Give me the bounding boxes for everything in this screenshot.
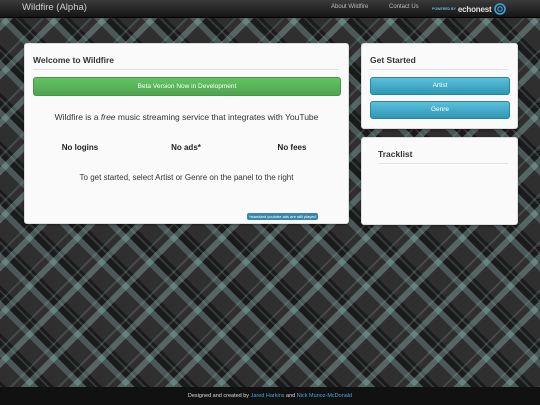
nav-about-link[interactable]: About Wildfire	[331, 4, 368, 10]
get-started-title: Get Started	[370, 55, 416, 65]
lead-emphasis: free	[100, 112, 116, 122]
genre-button[interactable]: Genre	[370, 101, 510, 119]
brand-title[interactable]: Wildfire (Alpha)	[22, 2, 87, 13]
echonest-swirl-icon	[494, 3, 507, 15]
artist-button[interactable]: Artist	[370, 77, 510, 95]
lead-text: Wildfire is a free music streaming servi…	[25, 112, 348, 122]
welcome-title: Welcome to Wildfire	[33, 55, 114, 65]
powered-by-label: POWERED BY	[432, 7, 456, 11]
footer: Designed and created by Jared Harkins an…	[0, 387, 540, 405]
welcome-panel: Welcome to Wildfire Beta Version Now in …	[24, 43, 349, 224]
feature-no-logins: No logins	[61, 143, 99, 152]
divider	[370, 69, 508, 70]
lead-suffix: music streaming service that integrates …	[115, 112, 319, 122]
beta-banner: Beta Version Now in Development	[33, 77, 341, 96]
ads-footnote-badge: *standard youtube ads are still played	[247, 213, 318, 220]
divider	[378, 163, 508, 164]
footer-credit-prefix: Designed and created by	[187, 393, 251, 399]
author-link-jared[interactable]: Jared Harkins	[251, 393, 285, 399]
feature-no-ads: No ads*	[171, 143, 201, 152]
echonest-logo[interactable]: POWERED BY echonest	[432, 3, 507, 15]
nav-contact-link[interactable]: Contact Us	[389, 4, 419, 10]
author-link-nick[interactable]: Nick Munoz-McDonald	[297, 393, 352, 399]
top-navbar: Wildfire (Alpha) About Wildfire Contact …	[0, 0, 540, 18]
get-started-instruction: To get started, select Artist or Genre o…	[79, 173, 294, 182]
lead-prefix: Wildfire is a	[54, 112, 101, 122]
get-started-panel: Get Started Artist Genre	[361, 43, 518, 129]
echonest-wordmark: echonest	[457, 4, 492, 14]
tracklist-panel: Tracklist	[361, 137, 518, 225]
tracklist-title: Tracklist	[378, 149, 413, 159]
divider	[33, 69, 339, 70]
feature-no-fees: No fees	[277, 143, 307, 152]
footer-and: and	[284, 393, 297, 399]
